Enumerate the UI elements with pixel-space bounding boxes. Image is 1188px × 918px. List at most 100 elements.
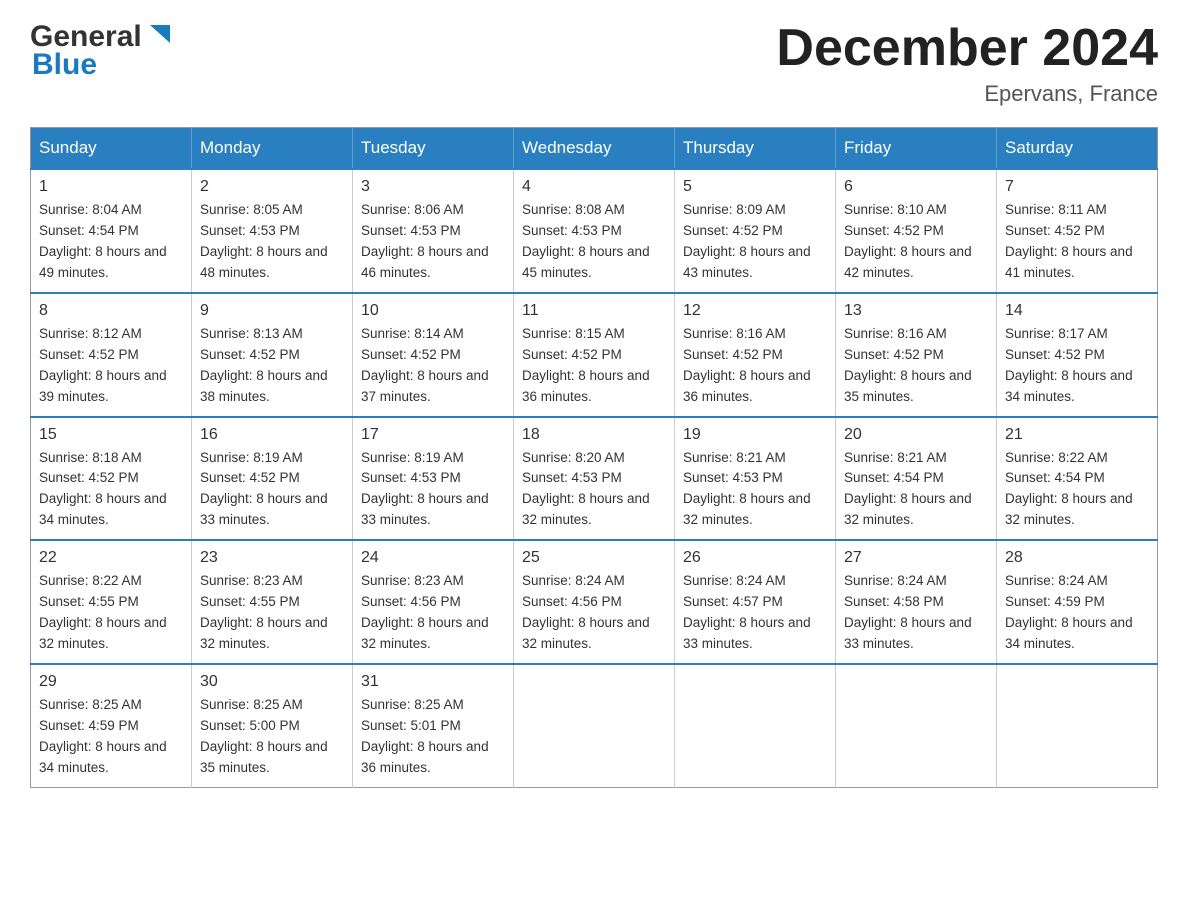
day-number: 3 [361,178,505,196]
calendar-cell [836,664,997,787]
day-number: 26 [683,549,827,567]
header-sunday: Sunday [31,128,192,170]
calendar-cell: 13Sunrise: 8:16 AMSunset: 4:52 PMDayligh… [836,293,997,417]
day-info: Sunrise: 8:24 AMSunset: 4:59 PMDaylight:… [1005,571,1149,655]
day-number: 17 [361,426,505,444]
day-info: Sunrise: 8:25 AMSunset: 5:01 PMDaylight:… [361,695,505,779]
day-number: 23 [200,549,344,567]
calendar-table: SundayMondayTuesdayWednesdayThursdayFrid… [30,127,1158,787]
calendar-cell: 26 Sunrise: 8:24 AMSunset: 4:57 PMDayligh… [675,540,836,664]
calendar-cell: 30 Sunrise: 8:25 AMSunset: 5:00 PMDayligh… [192,664,353,787]
calendar-cell: 10 Sunrise: 8:14 AMSunset: 4:52 PMDayligh… [353,293,514,417]
calendar-cell: 14 Sunrise: 8:17 AMSunset: 4:52 PMDayligh… [997,293,1158,417]
day-info: Sunrise: 8:11 AMSunset: 4:52 PMDaylight:… [1005,200,1149,284]
header-friday: Friday [836,128,997,170]
header-saturday: Saturday [997,128,1158,170]
logo-arrow-icon [144,21,176,53]
day-number: 12 [683,302,827,320]
day-info: Sunrise: 8:19 AMSunset: 4:53 PMDaylight:… [361,448,505,532]
week-row-3: 15 Sunrise: 8:18 AMSunset: 4:52 PMDayligh… [31,417,1158,541]
day-info: Sunrise: 8:24 AMSunset: 4:56 PMDaylight:… [522,571,666,655]
title-section: December 2024 Epervans, France [776,20,1158,107]
logo-blue: Blue [32,48,97,81]
day-number: 21 [1005,426,1149,444]
calendar-cell: 1 Sunrise: 8:04 AMSunset: 4:54 PMDaylight… [31,169,192,293]
calendar-cell: 4Sunrise: 8:08 AMSunset: 4:53 PMDaylight… [514,169,675,293]
day-info: Sunrise: 8:23 AMSunset: 4:56 PMDaylight:… [361,571,505,655]
day-info: Sunrise: 8:17 AMSunset: 4:52 PMDaylight:… [1005,324,1149,408]
day-info: Sunrise: 8:22 AMSunset: 4:54 PMDaylight:… [1005,448,1149,532]
day-number: 11 [522,302,666,320]
calendar-cell: 31 Sunrise: 8:25 AMSunset: 5:01 PMDayligh… [353,664,514,787]
day-info: Sunrise: 8:04 AMSunset: 4:54 PMDaylight:… [39,200,183,284]
calendar-cell: 5 Sunrise: 8:09 AMSunset: 4:52 PMDaylight… [675,169,836,293]
day-number: 20 [844,426,988,444]
day-number: 14 [1005,302,1149,320]
header-wednesday: Wednesday [514,128,675,170]
day-info: Sunrise: 8:05 AMSunset: 4:53 PMDaylight:… [200,200,344,284]
day-info: Sunrise: 8:12 AMSunset: 4:52 PMDaylight:… [39,324,183,408]
calendar-cell: 11 Sunrise: 8:15 AMSunset: 4:52 PMDayligh… [514,293,675,417]
day-info: Sunrise: 8:20 AMSunset: 4:53 PMDaylight:… [522,448,666,532]
calendar-cell [997,664,1158,787]
calendar-cell: 29 Sunrise: 8:25 AMSunset: 4:59 PMDayligh… [31,664,192,787]
calendar-cell: 19 Sunrise: 8:21 AMSunset: 4:53 PMDayligh… [675,417,836,541]
day-info: Sunrise: 8:13 AMSunset: 4:52 PMDaylight:… [200,324,344,408]
calendar-cell [514,664,675,787]
day-number: 29 [39,673,183,691]
day-number: 2 [200,178,344,196]
calendar-cell: 15 Sunrise: 8:18 AMSunset: 4:52 PMDayligh… [31,417,192,541]
day-info: Sunrise: 8:24 AMSunset: 4:57 PMDaylight:… [683,571,827,655]
day-info: Sunrise: 8:21 AMSunset: 4:53 PMDaylight:… [683,448,827,532]
day-number: 10 [361,302,505,320]
calendar-cell: 27Sunrise: 8:24 AMSunset: 4:58 PMDayligh… [836,540,997,664]
day-number: 28 [1005,549,1149,567]
calendar-cell: 20 Sunrise: 8:21 AMSunset: 4:54 PMDayligh… [836,417,997,541]
calendar-cell: 18 Sunrise: 8:20 AMSunset: 4:53 PMDayligh… [514,417,675,541]
day-info: Sunrise: 8:24 AMSunset: 4:58 PMDaylight:… [844,571,988,655]
calendar-cell: 2 Sunrise: 8:05 AMSunset: 4:53 PMDaylight… [192,169,353,293]
day-number: 1 [39,178,183,196]
day-number: 5 [683,178,827,196]
day-number: 25 [522,549,666,567]
day-info: Sunrise: 8:06 AMSunset: 4:53 PMDaylight:… [361,200,505,284]
calendar-cell: 9Sunrise: 8:13 AMSunset: 4:52 PMDaylight… [192,293,353,417]
day-info: Sunrise: 8:18 AMSunset: 4:52 PMDaylight:… [39,448,183,532]
day-number: 22 [39,549,183,567]
day-number: 7 [1005,178,1149,196]
day-number: 24 [361,549,505,567]
calendar-cell: 22 Sunrise: 8:22 AMSunset: 4:55 PMDayligh… [31,540,192,664]
week-row-2: 8Sunrise: 8:12 AMSunset: 4:52 PMDaylight… [31,293,1158,417]
calendar-cell: 17 Sunrise: 8:19 AMSunset: 4:53 PMDayligh… [353,417,514,541]
header-thursday: Thursday [675,128,836,170]
calendar-cell: 28 Sunrise: 8:24 AMSunset: 4:59 PMDayligh… [997,540,1158,664]
day-info: Sunrise: 8:21 AMSunset: 4:54 PMDaylight:… [844,448,988,532]
logo: General Blue [30,20,178,82]
day-info: Sunrise: 8:15 AMSunset: 4:52 PMDaylight:… [522,324,666,408]
calendar-cell: 16Sunrise: 8:19 AMSunset: 4:52 PMDayligh… [192,417,353,541]
calendar-cell: 3 Sunrise: 8:06 AMSunset: 4:53 PMDaylight… [353,169,514,293]
week-row-1: 1 Sunrise: 8:04 AMSunset: 4:54 PMDaylight… [31,169,1158,293]
location: Epervans, France [776,81,1158,107]
day-number: 15 [39,426,183,444]
day-info: Sunrise: 8:25 AMSunset: 4:59 PMDaylight:… [39,695,183,779]
week-row-4: 22 Sunrise: 8:22 AMSunset: 4:55 PMDayligh… [31,540,1158,664]
day-info: Sunrise: 8:25 AMSunset: 5:00 PMDaylight:… [200,695,344,779]
day-number: 30 [200,673,344,691]
day-number: 19 [683,426,827,444]
day-number: 31 [361,673,505,691]
header-tuesday: Tuesday [353,128,514,170]
calendar-cell [675,664,836,787]
day-info: Sunrise: 8:08 AMSunset: 4:53 PMDaylight:… [522,200,666,284]
calendar-cell: 23 Sunrise: 8:23 AMSunset: 4:55 PMDayligh… [192,540,353,664]
calendar-cell: 24 Sunrise: 8:23 AMSunset: 4:56 PMDayligh… [353,540,514,664]
day-info: Sunrise: 8:22 AMSunset: 4:55 PMDaylight:… [39,571,183,655]
day-number: 18 [522,426,666,444]
day-info: Sunrise: 8:14 AMSunset: 4:52 PMDaylight:… [361,324,505,408]
day-info: Sunrise: 8:09 AMSunset: 4:52 PMDaylight:… [683,200,827,284]
day-info: Sunrise: 8:16 AMSunset: 4:52 PMDaylight:… [844,324,988,408]
day-info: Sunrise: 8:23 AMSunset: 4:55 PMDaylight:… [200,571,344,655]
page-header: General Blue December 2024 Epervans, Fra… [30,20,1158,107]
month-title: December 2024 [776,20,1158,77]
calendar-cell: 8Sunrise: 8:12 AMSunset: 4:52 PMDaylight… [31,293,192,417]
